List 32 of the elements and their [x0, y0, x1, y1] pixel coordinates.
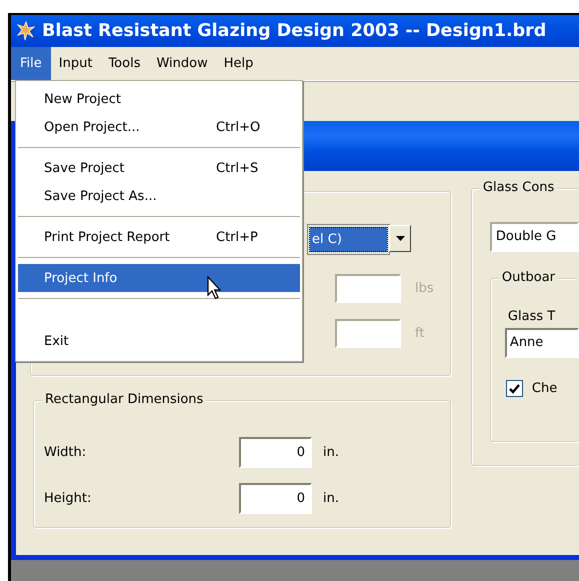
menu-item[interactable]: New Project — [18, 85, 300, 113]
checkbox-label: Che — [532, 381, 558, 396]
mouse-pointer-icon — [207, 276, 223, 300]
input-field[interactable]: 0 — [239, 436, 312, 468]
menu-item[interactable]: Print Project Report Ctrl+P — [18, 223, 300, 251]
dropdown[interactable]: Anne — [504, 328, 579, 358]
input-field[interactable]: 0 — [239, 482, 312, 514]
field-label: Glass T — [508, 309, 556, 324]
unit-label: lbs — [415, 281, 434, 296]
menu-item[interactable]: Save Project As... — [18, 182, 300, 210]
field-label: Height: — [44, 490, 92, 506]
checkbox[interactable] — [506, 380, 523, 397]
star-burst-icon — [17, 21, 35, 41]
menu-bar-item[interactable]: Help — [216, 47, 262, 80]
menu-bar-item[interactable]: Window — [148, 47, 216, 80]
unit-label: ft — [415, 326, 424, 341]
unit-label: in. — [323, 490, 339, 506]
menu-item[interactable]: Open Project... Ctrl+O — [18, 113, 300, 141]
dropdown[interactable]: Double G — [490, 222, 579, 252]
menu-bar-item[interactable]: Tools — [100, 47, 148, 80]
group-title: Rectangular Dimensions — [42, 392, 206, 407]
unit-label: in. — [323, 444, 339, 460]
caret-icon — [396, 236, 404, 241]
menu-item[interactable]: Save Project Ctrl+S — [18, 154, 300, 182]
field-label: Width: — [44, 444, 88, 460]
menu-item[interactable]: Project Info — [18, 264, 300, 292]
dropdown-button[interactable] — [389, 225, 411, 252]
window-title: Blast Resistant Glazing Design 2003 -- Design1.brd — [42, 21, 546, 41]
menu-bar-item[interactable]: Input — [50, 47, 100, 80]
check-icon — [508, 384, 520, 394]
menu-item[interactable]: Exit — [18, 327, 300, 355]
menu-bar-item[interactable]: File — [11, 47, 51, 80]
